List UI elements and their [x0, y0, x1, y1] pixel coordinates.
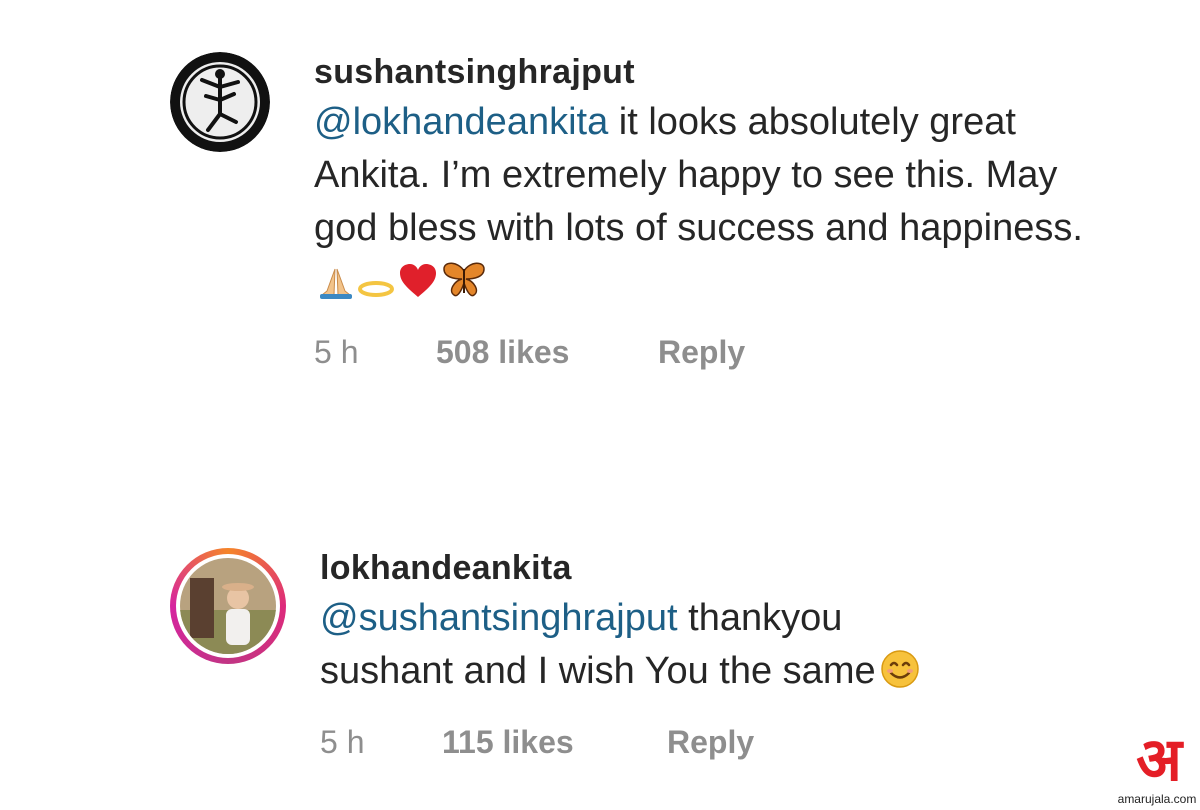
- halo-icon: [358, 261, 394, 314]
- comment-meta: 5 h 508 likes Reply: [314, 334, 1114, 371]
- mention-link[interactable]: @lokhandeankita: [314, 101, 608, 143]
- comment-username[interactable]: lokhandeankita: [320, 548, 1120, 588]
- avatar-image: [170, 52, 270, 152]
- comment-text: @lokhandeankita it looks absolutely grea…: [314, 96, 1114, 314]
- butterfly-icon: [442, 261, 486, 314]
- comment-text-rest: sushant and I wish You the same: [320, 650, 876, 692]
- comment-time: 5 h: [314, 334, 359, 370]
- comment-likes[interactable]: 115 likes: [442, 724, 667, 761]
- reply-button[interactable]: Reply: [658, 334, 745, 371]
- comment-text: @sushantsinghrajput thankyou sushant and …: [320, 592, 1120, 704]
- avatar[interactable]: [170, 52, 270, 152]
- mention-link[interactable]: @sushantsinghrajput: [320, 597, 678, 639]
- comment-time: 5 h: [320, 724, 365, 760]
- reply-button[interactable]: Reply: [667, 724, 754, 761]
- comment-text-line1: it looks absolutely: [608, 101, 919, 143]
- comment-meta: 5 h 115 likes Reply: [320, 724, 1120, 761]
- smiling-face-icon: [880, 649, 920, 704]
- avatar[interactable]: [170, 548, 286, 664]
- comment-text-line1: thankyou: [677, 597, 843, 639]
- comment-likes[interactable]: 508 likes: [436, 334, 658, 371]
- folded-hands-icon: [318, 261, 354, 314]
- logo-site-text: amarujala.com: [1117, 792, 1197, 806]
- red-heart-icon: [398, 261, 438, 314]
- comment-username[interactable]: sushantsinghrajput: [314, 52, 1114, 92]
- watermark-logo: अ amarujala.com: [1114, 730, 1200, 810]
- logo-mark: अ: [1136, 727, 1182, 793]
- avatar-photo: [180, 558, 276, 654]
- avatar-image: [180, 558, 276, 654]
- avatar-ring-inner: [176, 554, 280, 658]
